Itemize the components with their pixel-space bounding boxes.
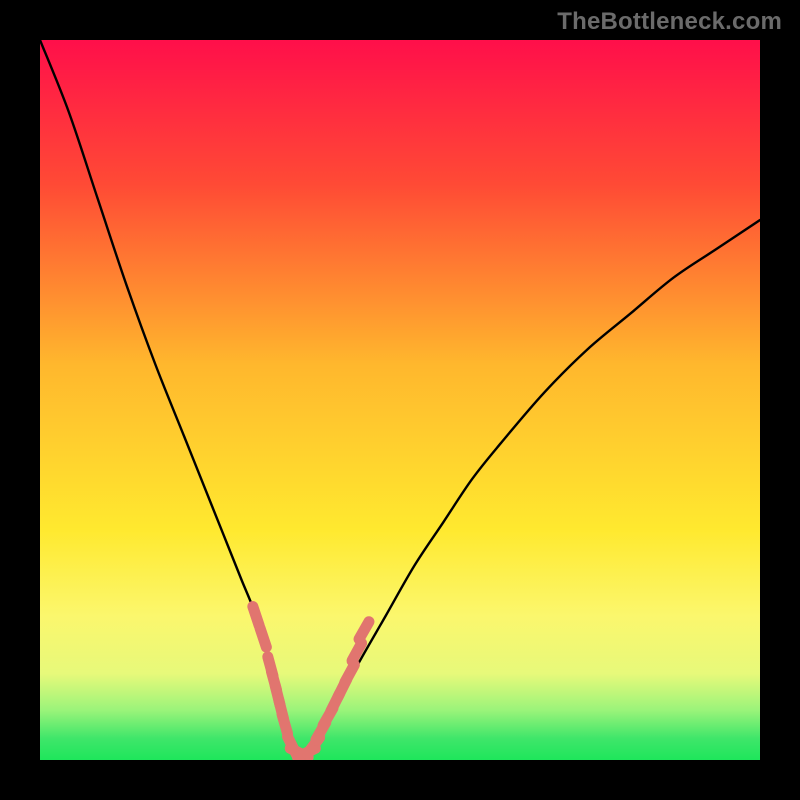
chart-stage: TheBottleneck.com (0, 0, 800, 800)
watermark-label: TheBottleneck.com (557, 8, 782, 36)
marker-capsule (282, 714, 288, 733)
marker-capsule (260, 628, 266, 647)
plot-area (40, 40, 760, 760)
marker-capsule (253, 607, 259, 626)
bottleneck-chart (40, 40, 760, 760)
gradient-background (40, 40, 760, 760)
